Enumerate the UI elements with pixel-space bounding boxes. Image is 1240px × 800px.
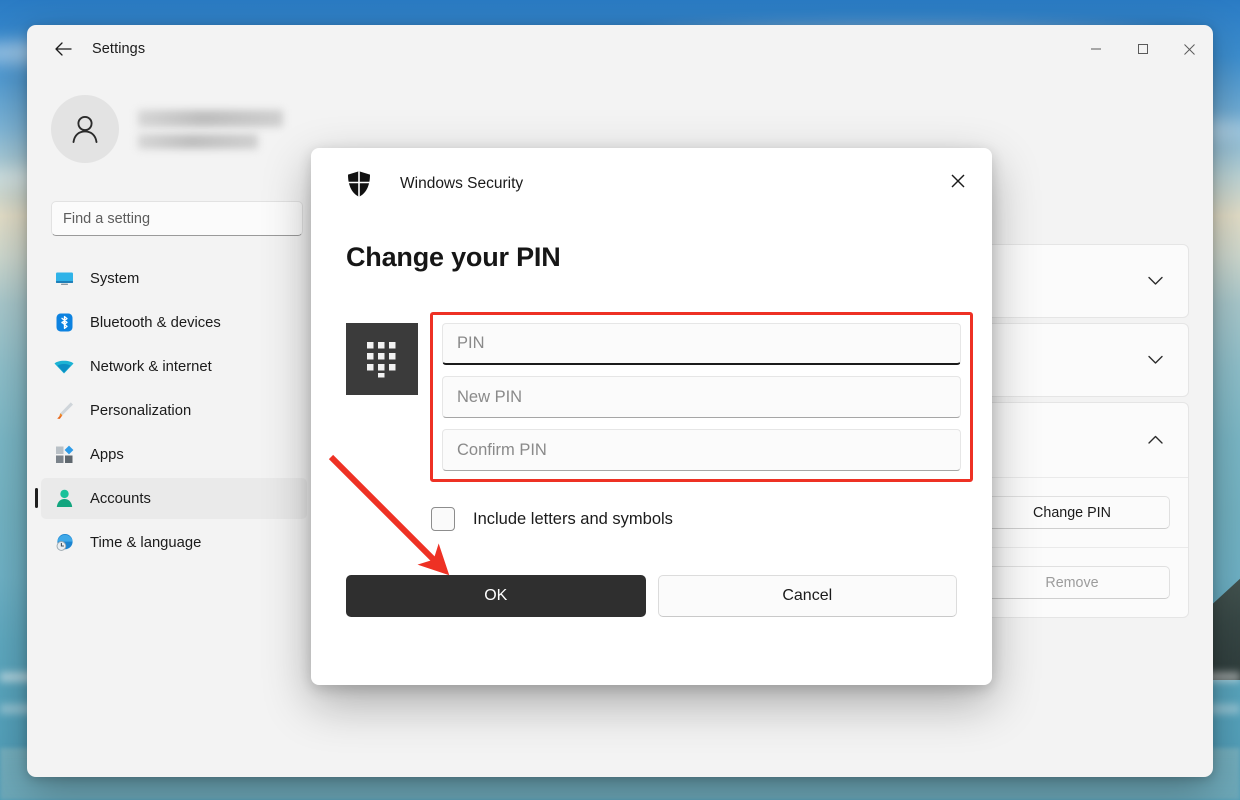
- window-title: Settings: [92, 41, 146, 57]
- sidebar-item-label: Personalization: [90, 402, 192, 419]
- close-icon: [1184, 43, 1195, 55]
- keypad-icon: [346, 323, 418, 395]
- shield-icon: [346, 170, 372, 198]
- maximize-button[interactable]: [1119, 25, 1166, 73]
- sidebar-item-system[interactable]: System: [41, 258, 307, 299]
- new-pin-input[interactable]: [457, 387, 946, 407]
- redacted-email: [138, 133, 258, 149]
- cancel-button[interactable]: Cancel: [657, 575, 957, 617]
- pin-field[interactable]: [442, 323, 961, 365]
- system-icon: [53, 268, 75, 290]
- dialog-header: Windows Security: [311, 148, 992, 220]
- minimize-button[interactable]: [1072, 25, 1119, 73]
- title-bar: Settings: [27, 25, 1213, 73]
- sidebar-item-network-internet[interactable]: Network & internet: [41, 346, 307, 387]
- window-controls: [1072, 25, 1213, 73]
- new-pin-field[interactable]: [442, 376, 961, 418]
- back-button[interactable]: [45, 33, 81, 65]
- dialog-app-name: Windows Security: [400, 175, 524, 192]
- pin-entry-area: [346, 312, 992, 482]
- sidebar-item-time-language[interactable]: Time & language: [41, 522, 307, 563]
- settings-window: Settings Find a setting System Bluetooth…: [27, 25, 1213, 777]
- user-profile[interactable]: [51, 95, 307, 163]
- pin-input[interactable]: [457, 334, 946, 353]
- sidebar: System Bluetooth & devices: [27, 73, 317, 777]
- minimize-icon: [1090, 48, 1101, 50]
- desktop-wallpaper: Settings Find a setting System Bluetooth…: [0, 0, 1240, 800]
- chevron-up-icon[interactable]: [1140, 425, 1170, 455]
- sidebar-item-personalization[interactable]: Personalization: [41, 390, 307, 431]
- ok-button[interactable]: OK: [346, 575, 646, 617]
- remove-button: Remove: [974, 566, 1170, 599]
- change-pin-button[interactable]: Change PIN: [974, 496, 1170, 529]
- sidebar-item-label: Time & language: [90, 534, 202, 551]
- windows-security-dialog: Windows Security Change your PIN PIN New…: [311, 148, 992, 685]
- search-input[interactable]: [63, 210, 291, 227]
- include-letters-symbols-checkbox[interactable]: [431, 507, 455, 531]
- apps-icon: [53, 444, 75, 466]
- redacted-name: [138, 109, 283, 127]
- avatar: [51, 95, 119, 163]
- sidebar-item-apps[interactable]: Apps: [41, 434, 307, 475]
- include-letters-symbols-label: Include letters and symbols: [473, 509, 673, 528]
- accounts-icon: [53, 488, 75, 510]
- sidebar-item-bluetooth-devices[interactable]: Bluetooth & devices: [41, 302, 307, 343]
- arrow-left-icon: [54, 42, 72, 56]
- maximize-icon: [1137, 44, 1148, 54]
- close-icon: [951, 174, 965, 188]
- search-box[interactable]: [51, 201, 303, 236]
- chevron-down-icon[interactable]: [1140, 266, 1170, 296]
- user-name-redacted: [138, 109, 283, 149]
- person-icon: [72, 115, 98, 143]
- sidebar-item-label: Apps: [90, 446, 124, 463]
- confirm-pin-field[interactable]: [442, 429, 961, 471]
- sidebar-item-label: System: [90, 270, 140, 287]
- network-icon: [53, 356, 75, 378]
- chevron-down-icon[interactable]: [1140, 345, 1170, 375]
- sidebar-item-label: Network & internet: [90, 358, 212, 375]
- time-language-icon: [53, 532, 75, 554]
- close-button[interactable]: [1166, 25, 1213, 73]
- sidebar-nav: System Bluetooth & devices Network & int…: [27, 258, 307, 566]
- dialog-title: Change your PIN: [346, 242, 561, 272]
- confirm-pin-input[interactable]: [457, 440, 946, 460]
- dialog-actions: OK Cancel: [346, 575, 957, 617]
- personalization-icon: [53, 400, 75, 422]
- sidebar-item-label: Bluetooth & devices: [90, 314, 221, 331]
- sidebar-item-accounts[interactable]: Accounts: [35, 478, 307, 519]
- include-letters-symbols-row[interactable]: Include letters and symbols: [431, 507, 992, 531]
- pin-fields-highlight: [430, 312, 973, 482]
- bluetooth-icon: [53, 312, 75, 334]
- dialog-close-button[interactable]: [940, 164, 976, 198]
- sidebar-item-label: Accounts: [90, 490, 151, 507]
